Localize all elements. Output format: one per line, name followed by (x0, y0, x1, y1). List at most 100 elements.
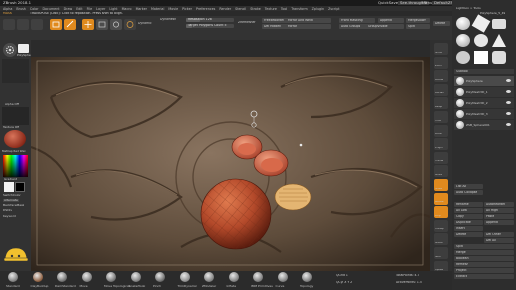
del-all-button[interactable]: Del All (484, 238, 514, 243)
shelf-floor-button[interactable]: Floor (434, 111, 448, 123)
shelf-frame-button[interactable]: Frame (434, 151, 448, 164)
insert-button[interactable]: Insert (454, 226, 483, 231)
subtool-item[interactable]: PolyMesh3D_1 (454, 87, 514, 97)
append-subtool-button[interactable]: Append (484, 220, 514, 225)
menu-brush[interactable]: Brush (16, 7, 26, 11)
shelf-scroll-button[interactable]: Scroll (434, 43, 448, 55)
auto-reorder-button[interactable]: AutoReorder (484, 202, 514, 207)
lightbox-button[interactable] (17, 19, 29, 30)
tool-thumb[interactable] (456, 51, 470, 64)
shelf-local-button[interactable]: Local (434, 124, 448, 137)
menu-light[interactable]: Light (109, 7, 117, 11)
brush-pinch-button[interactable] (155, 272, 165, 282)
menu-movie[interactable]: Movie (168, 7, 178, 11)
brush-trimdynamic-button[interactable] (179, 272, 190, 282)
menu-alpha[interactable]: Alpha (3, 7, 12, 11)
split-button[interactable]: Split (406, 24, 430, 29)
merge-down-button[interactable]: MergeDown (406, 18, 430, 23)
rename-button[interactable]: Rename (454, 202, 483, 207)
brush-standard-button[interactable] (8, 272, 18, 282)
color-picker[interactable] (3, 155, 28, 177)
tool-thumb[interactable] (471, 14, 491, 33)
keyword-button[interactable]: Keyword (3, 215, 16, 218)
rotate-button[interactable] (110, 19, 122, 30)
move-button[interactable] (82, 19, 94, 30)
lightbox-tools-header[interactable]: Lightbox > Tools (456, 7, 481, 10)
shelf-zoom-button[interactable]: Zoom (434, 56, 448, 69)
list-all-button[interactable]: List All (454, 184, 483, 189)
zremesher-button[interactable]: ZRemesher (238, 21, 256, 24)
menu-color[interactable]: Color (30, 7, 39, 11)
visibility-eye-icon[interactable] (506, 101, 511, 104)
subtool-item[interactable]: PolyMesh3D_2 (454, 98, 514, 108)
menu-marker[interactable]: Marker (136, 7, 147, 11)
gizmo-button[interactable] (124, 19, 136, 30)
brush-topology-button[interactable] (302, 272, 312, 282)
menu-material[interactable]: Material (151, 7, 164, 11)
all-low-button[interactable]: All Low (454, 208, 483, 213)
menu-texture[interactable]: Texture (265, 7, 277, 11)
tool-thumb[interactable] (474, 34, 488, 47)
alpha-thumbnail[interactable] (2, 59, 29, 83)
dsdiv-button[interactable]: DSDiv (3, 209, 12, 212)
mirror-button[interactable]: Mirror (286, 24, 331, 29)
shelf-lsym-button[interactable]: L.Sym (434, 138, 448, 151)
tool-thumb[interactable] (492, 19, 506, 29)
brush-zmodeler-button[interactable] (204, 272, 214, 282)
subtool-item[interactable]: PolySphere (454, 76, 514, 86)
visibility-eye-icon[interactable] (506, 123, 511, 126)
target-polygons-slider[interactable]: Target Polygons Count 5 (186, 24, 234, 28)
shelf-persp-button[interactable]: Persp (434, 97, 448, 110)
resolution-slider[interactable]: Resolution 128 (186, 18, 234, 22)
shelf-polyf-button[interactable]: PolyF (434, 206, 448, 219)
brush-claybuildup-button[interactable] (32, 272, 43, 282)
menu-stroke[interactable]: Stroke (250, 7, 261, 11)
menu-document[interactable]: Document (43, 7, 60, 11)
boolean-menu[interactable]: Boolean (454, 256, 514, 261)
menu-stencil[interactable]: Stencil (235, 7, 246, 11)
shelf-scale-button[interactable]: Scale (434, 179, 448, 191)
menu-preferences[interactable]: Preferences (196, 7, 215, 11)
current-brush-button[interactable] (3, 43, 17, 57)
menu-edit[interactable]: Edit (76, 7, 82, 11)
tool-thumb[interactable] (456, 17, 470, 30)
live-boolean-button[interactable] (31, 19, 43, 30)
project-menu[interactable]: Project (454, 268, 514, 273)
edit-button[interactable] (50, 19, 62, 30)
scale-button[interactable] (96, 19, 108, 30)
brush-damstandard-button[interactable] (57, 272, 67, 282)
tool-thumb[interactable] (492, 34, 506, 47)
shelf-transp-button[interactable]: Transp (434, 219, 448, 232)
menu-file[interactable]: File (87, 7, 93, 11)
group-visible-button[interactable]: GroupVisible (366, 24, 404, 29)
shelf-ghost-button[interactable]: Ghost (434, 233, 448, 246)
shelf-move-button[interactable]: Move (434, 165, 448, 178)
brush-curve-button[interactable] (277, 272, 288, 282)
polysphere-tool-thumbnail[interactable] (18, 44, 29, 53)
draw-button[interactable] (64, 19, 76, 30)
delete-subtool-button[interactable]: Delete (454, 232, 483, 237)
menu-picker[interactable]: Picker (182, 7, 192, 11)
switch-color-button[interactable]: SwitchColor (3, 194, 21, 197)
viewport-canvas[interactable] (31, 57, 430, 271)
menu-zplugin[interactable]: Zplugin (312, 7, 324, 11)
append-button[interactable]: Append (378, 18, 404, 23)
qcyl-toggle[interactable]: QCyl X Y Z (336, 281, 352, 284)
brush-move-button[interactable] (81, 272, 92, 282)
home-page-button[interactable] (3, 19, 15, 30)
menu-macro[interactable]: Macro (122, 7, 132, 11)
material-thumbnail[interactable] (4, 130, 26, 148)
tool-thumb[interactable] (474, 51, 488, 64)
tool-thumb[interactable] (456, 34, 470, 47)
menu-tool[interactable]: Tool (281, 7, 287, 11)
brush-snakehook-button[interactable] (130, 272, 141, 282)
alternate-button[interactable]: Alternate (3, 199, 19, 202)
menu-render[interactable]: Render (219, 7, 231, 11)
paste-button[interactable]: Paste (484, 214, 514, 219)
all-high-button[interactable]: All High (484, 208, 514, 213)
dynamic-toggle[interactable]: Dynamic (138, 22, 152, 25)
visibility-eye-icon[interactable] (506, 90, 511, 93)
menu-zscript[interactable]: Zscript (328, 7, 339, 11)
copy-button[interactable]: Copy (454, 214, 483, 219)
merge-menu[interactable]: Merge (454, 250, 514, 255)
